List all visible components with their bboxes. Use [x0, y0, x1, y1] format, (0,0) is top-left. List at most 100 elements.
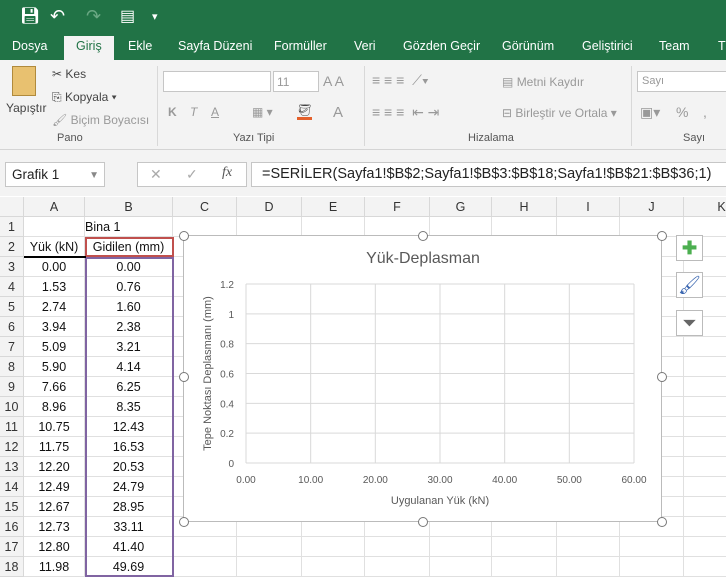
cell-A4[interactable]: 1.53: [24, 277, 85, 297]
font-name-select[interactable]: [163, 71, 271, 92]
column-header[interactable]: A: [24, 197, 85, 217]
select-all[interactable]: [0, 197, 24, 217]
tab-ekle[interactable]: Ekle: [128, 39, 152, 53]
row-header[interactable]: 3: [0, 257, 24, 277]
cell-E18[interactable]: [302, 557, 365, 577]
column-header[interactable]: E: [302, 197, 365, 217]
row-header[interactable]: 10: [0, 397, 24, 417]
cut-button[interactable]: ✂ Kes: [52, 67, 86, 81]
resize-handle[interactable]: [657, 231, 667, 241]
row-header[interactable]: 9: [0, 377, 24, 397]
customize-icon[interactable]: ▾: [152, 10, 158, 23]
cell-A3[interactable]: 0.00: [24, 257, 85, 277]
paste-button[interactable]: Yapıştır: [6, 101, 46, 115]
cell-E1[interactable]: [302, 217, 365, 237]
resize-handle[interactable]: [657, 372, 667, 382]
cell-A14[interactable]: 12.49: [24, 477, 85, 497]
tab-gozden-gecir[interactable]: Gözden Geçir: [403, 39, 480, 53]
cell-H17[interactable]: [492, 537, 557, 557]
cell-G1[interactable]: [430, 217, 492, 237]
cell-A12[interactable]: 11.75: [24, 437, 85, 457]
row-header[interactable]: 18: [0, 557, 24, 577]
resize-handle[interactable]: [179, 372, 189, 382]
cell-K11[interactable]: [684, 417, 726, 437]
row-header[interactable]: 4: [0, 277, 24, 297]
copy-button[interactable]: ⎘ Kopyala ▾: [52, 90, 117, 105]
cell-D17[interactable]: [237, 537, 302, 557]
cell-C18[interactable]: [173, 557, 237, 577]
cell-F18[interactable]: [365, 557, 430, 577]
tab-veri[interactable]: Veri: [354, 39, 376, 53]
cell-I17[interactable]: [557, 537, 620, 557]
grow-font-icon[interactable]: A A: [323, 73, 344, 89]
cell-J1[interactable]: [620, 217, 684, 237]
font-color-button[interactable]: A: [333, 104, 343, 121]
row-header[interactable]: 8: [0, 357, 24, 377]
cell-A15[interactable]: 12.67: [24, 497, 85, 517]
formula-input[interactable]: =SERİLER(Sayfa1!$B$2;Sayfa1!$B$3:$B$18;S…: [251, 162, 726, 187]
cell-A10[interactable]: 8.96: [24, 397, 85, 417]
chart[interactable]: Yük-Deplasman 0 0.2 0.4 0.6 0.8 1 1.2 0.00 10.00 2…: [179, 231, 667, 527]
number-format-select[interactable]: Sayı: [637, 71, 726, 92]
cell-K9[interactable]: [684, 377, 726, 397]
column-header[interactable]: H: [492, 197, 557, 217]
merge-center-button[interactable]: ⊟ Birleştir ve Ortala ▾: [502, 106, 617, 120]
cell-K17[interactable]: [684, 537, 726, 557]
cell-K8[interactable]: [684, 357, 726, 377]
tab-team[interactable]: Team: [659, 39, 690, 53]
cell-K13[interactable]: [684, 457, 726, 477]
cell-A17[interactable]: 12.80: [24, 537, 85, 557]
row-header[interactable]: 6: [0, 317, 24, 337]
cell-G18[interactable]: [430, 557, 492, 577]
chevron-down-icon[interactable]: ▼: [89, 170, 99, 181]
row-header[interactable]: 16: [0, 517, 24, 537]
align-horizontal-icons[interactable]: ≡ ≡ ≡ ⇤ ⇥: [372, 104, 439, 121]
chart-title[interactable]: Yük-Deplasman: [366, 250, 480, 267]
y-axis-title[interactable]: Tepe Noktası Deplasmanı (mm): [202, 296, 214, 451]
redo-icon[interactable]: ↷: [86, 6, 101, 27]
cell-J18[interactable]: [620, 557, 684, 577]
align-top-icons[interactable]: ≡ ≡ ≡ ⟋▾: [372, 72, 429, 89]
column-header[interactable]: J: [620, 197, 684, 217]
tab-more[interactable]: T: [718, 39, 726, 53]
cell-H1[interactable]: [492, 217, 557, 237]
cell-K16[interactable]: [684, 517, 726, 537]
row-header[interactable]: 1: [0, 217, 24, 237]
cell-I18[interactable]: [557, 557, 620, 577]
cell-K15[interactable]: [684, 497, 726, 517]
row-header[interactable]: 5: [0, 297, 24, 317]
wrap-text-button[interactable]: ▤ Metni Kaydır: [502, 75, 584, 89]
cell-K7[interactable]: [684, 337, 726, 357]
resize-handle[interactable]: [179, 231, 189, 241]
cell-K18[interactable]: [684, 557, 726, 577]
cell-F17[interactable]: [365, 537, 430, 557]
font-size-select[interactable]: 11: [273, 71, 319, 92]
x-axis-title[interactable]: Uygulanan Yük (kN): [391, 495, 489, 507]
tab-giris[interactable]: Giriş: [64, 36, 114, 60]
name-box[interactable]: Grafik 1 ▼: [5, 162, 105, 187]
row-header[interactable]: 12: [0, 437, 24, 457]
row-header[interactable]: 13: [0, 457, 24, 477]
resize-handle[interactable]: [179, 517, 189, 527]
percent-button[interactable]: %: [676, 104, 688, 120]
cell-A9[interactable]: 7.66: [24, 377, 85, 397]
cell-H18[interactable]: [492, 557, 557, 577]
tab-dosya[interactable]: Dosya: [12, 39, 47, 53]
tab-formuller[interactable]: Formüller: [274, 39, 327, 53]
cell-A18[interactable]: 11.98: [24, 557, 85, 577]
currency-icon[interactable]: ▣▾: [640, 104, 660, 121]
tab-gorunum[interactable]: Görünüm: [502, 39, 554, 53]
cell-K10[interactable]: [684, 397, 726, 417]
cell-A16[interactable]: 12.73: [24, 517, 85, 537]
column-header[interactable]: D: [237, 197, 302, 217]
column-header[interactable]: I: [557, 197, 620, 217]
cell-D1[interactable]: [237, 217, 302, 237]
cell-K1[interactable]: [684, 217, 726, 237]
format-painter-button[interactable]: 🖌︎ Biçim Boyacısı: [52, 113, 149, 127]
underline-button[interactable]: A: [211, 105, 219, 119]
column-header[interactable]: B: [85, 197, 173, 217]
column-header[interactable]: F: [365, 197, 430, 217]
resize-handle[interactable]: [418, 517, 428, 527]
undo-icon[interactable]: ↶: [50, 6, 65, 27]
column-header[interactable]: K: [684, 197, 726, 217]
